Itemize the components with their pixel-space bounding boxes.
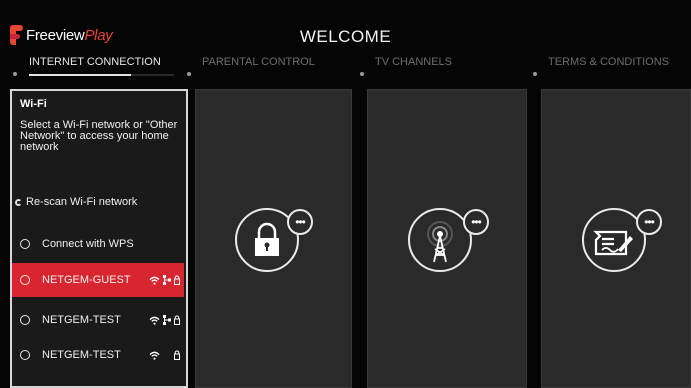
step-parental-control[interactable]: PARENTAL CONTROL — [202, 56, 315, 68]
setup-steps: INTERNET CONNECTION PARENTAL CONTROL TV … — [0, 56, 691, 78]
radio-icon — [20, 315, 30, 325]
step-progress-track — [29, 74, 174, 76]
step-terms-conditions[interactable]: TERMS & CONDITIONS — [548, 56, 669, 68]
rescan-wifi-button[interactable]: Re-scan Wi-Fi network — [11, 197, 151, 208]
wifi-panel-header: Wi-Fi — [20, 98, 47, 110]
network-icon — [163, 275, 171, 285]
lock-icon — [174, 275, 180, 285]
network-label: NETGEM-TEST — [42, 314, 121, 326]
step-internet-connection[interactable]: INTERNET CONNECTION — [29, 56, 161, 68]
radio-icon — [20, 275, 30, 285]
lock-icon — [174, 350, 180, 360]
wifi-icon — [149, 351, 160, 360]
wifi-icon — [149, 276, 160, 285]
network-label: NETGEM-TEST — [42, 349, 121, 361]
radio-icon — [20, 239, 30, 249]
step-tv-channels[interactable]: TV CHANNELS — [375, 56, 452, 68]
step-dot — [360, 72, 364, 76]
network-label: NETGEM-GUEST — [42, 274, 131, 286]
more-options-badge: ••• — [636, 209, 662, 235]
tv-channels-panel[interactable]: ••• — [367, 89, 527, 388]
refresh-icon — [15, 199, 22, 206]
radio-icon — [20, 350, 30, 360]
network-icon — [163, 315, 171, 325]
antenna-tower-icon — [427, 221, 453, 263]
network-item-netgem-test-2[interactable]: NETGEM-TEST — [12, 338, 184, 372]
lock-icon — [174, 315, 180, 325]
step-dot — [187, 72, 191, 76]
wifi-icon — [149, 316, 160, 325]
network-item-wps[interactable]: Connect with WPS — [12, 227, 184, 261]
wifi-panel-description: Select a Wi-Fi network or "Other Network… — [20, 119, 178, 153]
step-dot — [13, 72, 17, 76]
network-item-netgem-test[interactable]: NETGEM-TEST — [12, 303, 184, 337]
more-options-badge: ••• — [463, 209, 489, 235]
step-progress-fill — [29, 74, 131, 76]
page-title: WELCOME — [299, 27, 392, 46]
network-item-netgem-guest[interactable]: NETGEM-GUEST — [12, 263, 184, 297]
document-sign-icon — [593, 230, 633, 256]
wifi-panel: Wi-Fi Select a Wi-Fi network or "Other N… — [10, 89, 188, 388]
step-dot — [533, 72, 537, 76]
more-options-badge: ••• — [287, 209, 313, 235]
antenna-circle — [408, 208, 472, 272]
network-label: Connect with WPS — [42, 238, 134, 250]
rescan-wifi-label: Re-scan Wi-Fi network — [26, 196, 138, 208]
parental-control-panel[interactable]: ••• — [195, 89, 352, 388]
terms-conditions-panel[interactable]: ••• — [541, 89, 691, 388]
